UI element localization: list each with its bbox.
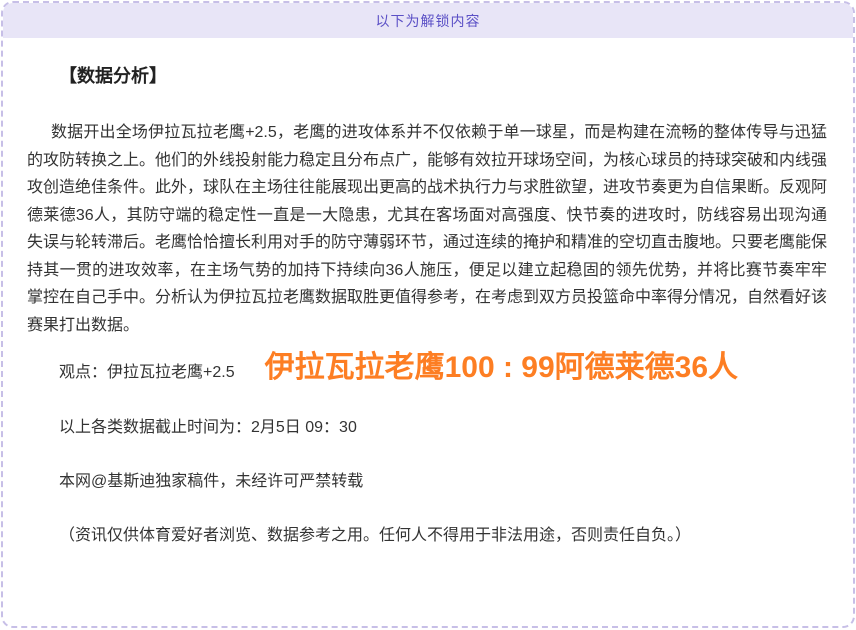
article-content: 【数据分析】 数据开出全场伊拉瓦拉老鹰+2.5，老鹰的进攻体系并不仅依赖于单一球… bbox=[3, 38, 853, 547]
analysis-paragraph: 数据开出全场伊拉瓦拉老鹰+2.5，老鹰的进攻体系并不仅依赖于单一球星，而是构建在… bbox=[27, 119, 827, 339]
unlock-banner: 以下为解锁内容 bbox=[3, 3, 853, 38]
unlock-banner-label: 以下为解锁内容 bbox=[376, 11, 481, 31]
disclaimer-text: （资讯仅供体育爱好者浏览、数据参考之用。任何人不得用于非法用途，否则责任自负。） bbox=[27, 525, 827, 547]
data-deadline-text: 以上各类数据截止时间为：2月5日 09：30 bbox=[27, 417, 827, 439]
viewpoint-text: 观点：伊拉瓦拉老鹰+2.5 bbox=[59, 361, 235, 385]
viewpoint-row: 观点：伊拉瓦拉老鹰+2.5 伊拉瓦拉老鹰100 : 99阿德莱德36人 bbox=[27, 351, 827, 385]
unlocked-content-card: 以下为解锁内容 【数据分析】 数据开出全场伊拉瓦拉老鹰+2.5，老鹰的进攻体系并… bbox=[1, 1, 855, 628]
score-highlight: 伊拉瓦拉老鹰100 : 99阿德莱德36人 bbox=[265, 351, 738, 385]
section-title: 【数据分析】 bbox=[27, 64, 827, 89]
copyright-notice: 本网@基斯迪独家稿件，未经许可严禁转载 bbox=[27, 471, 827, 493]
